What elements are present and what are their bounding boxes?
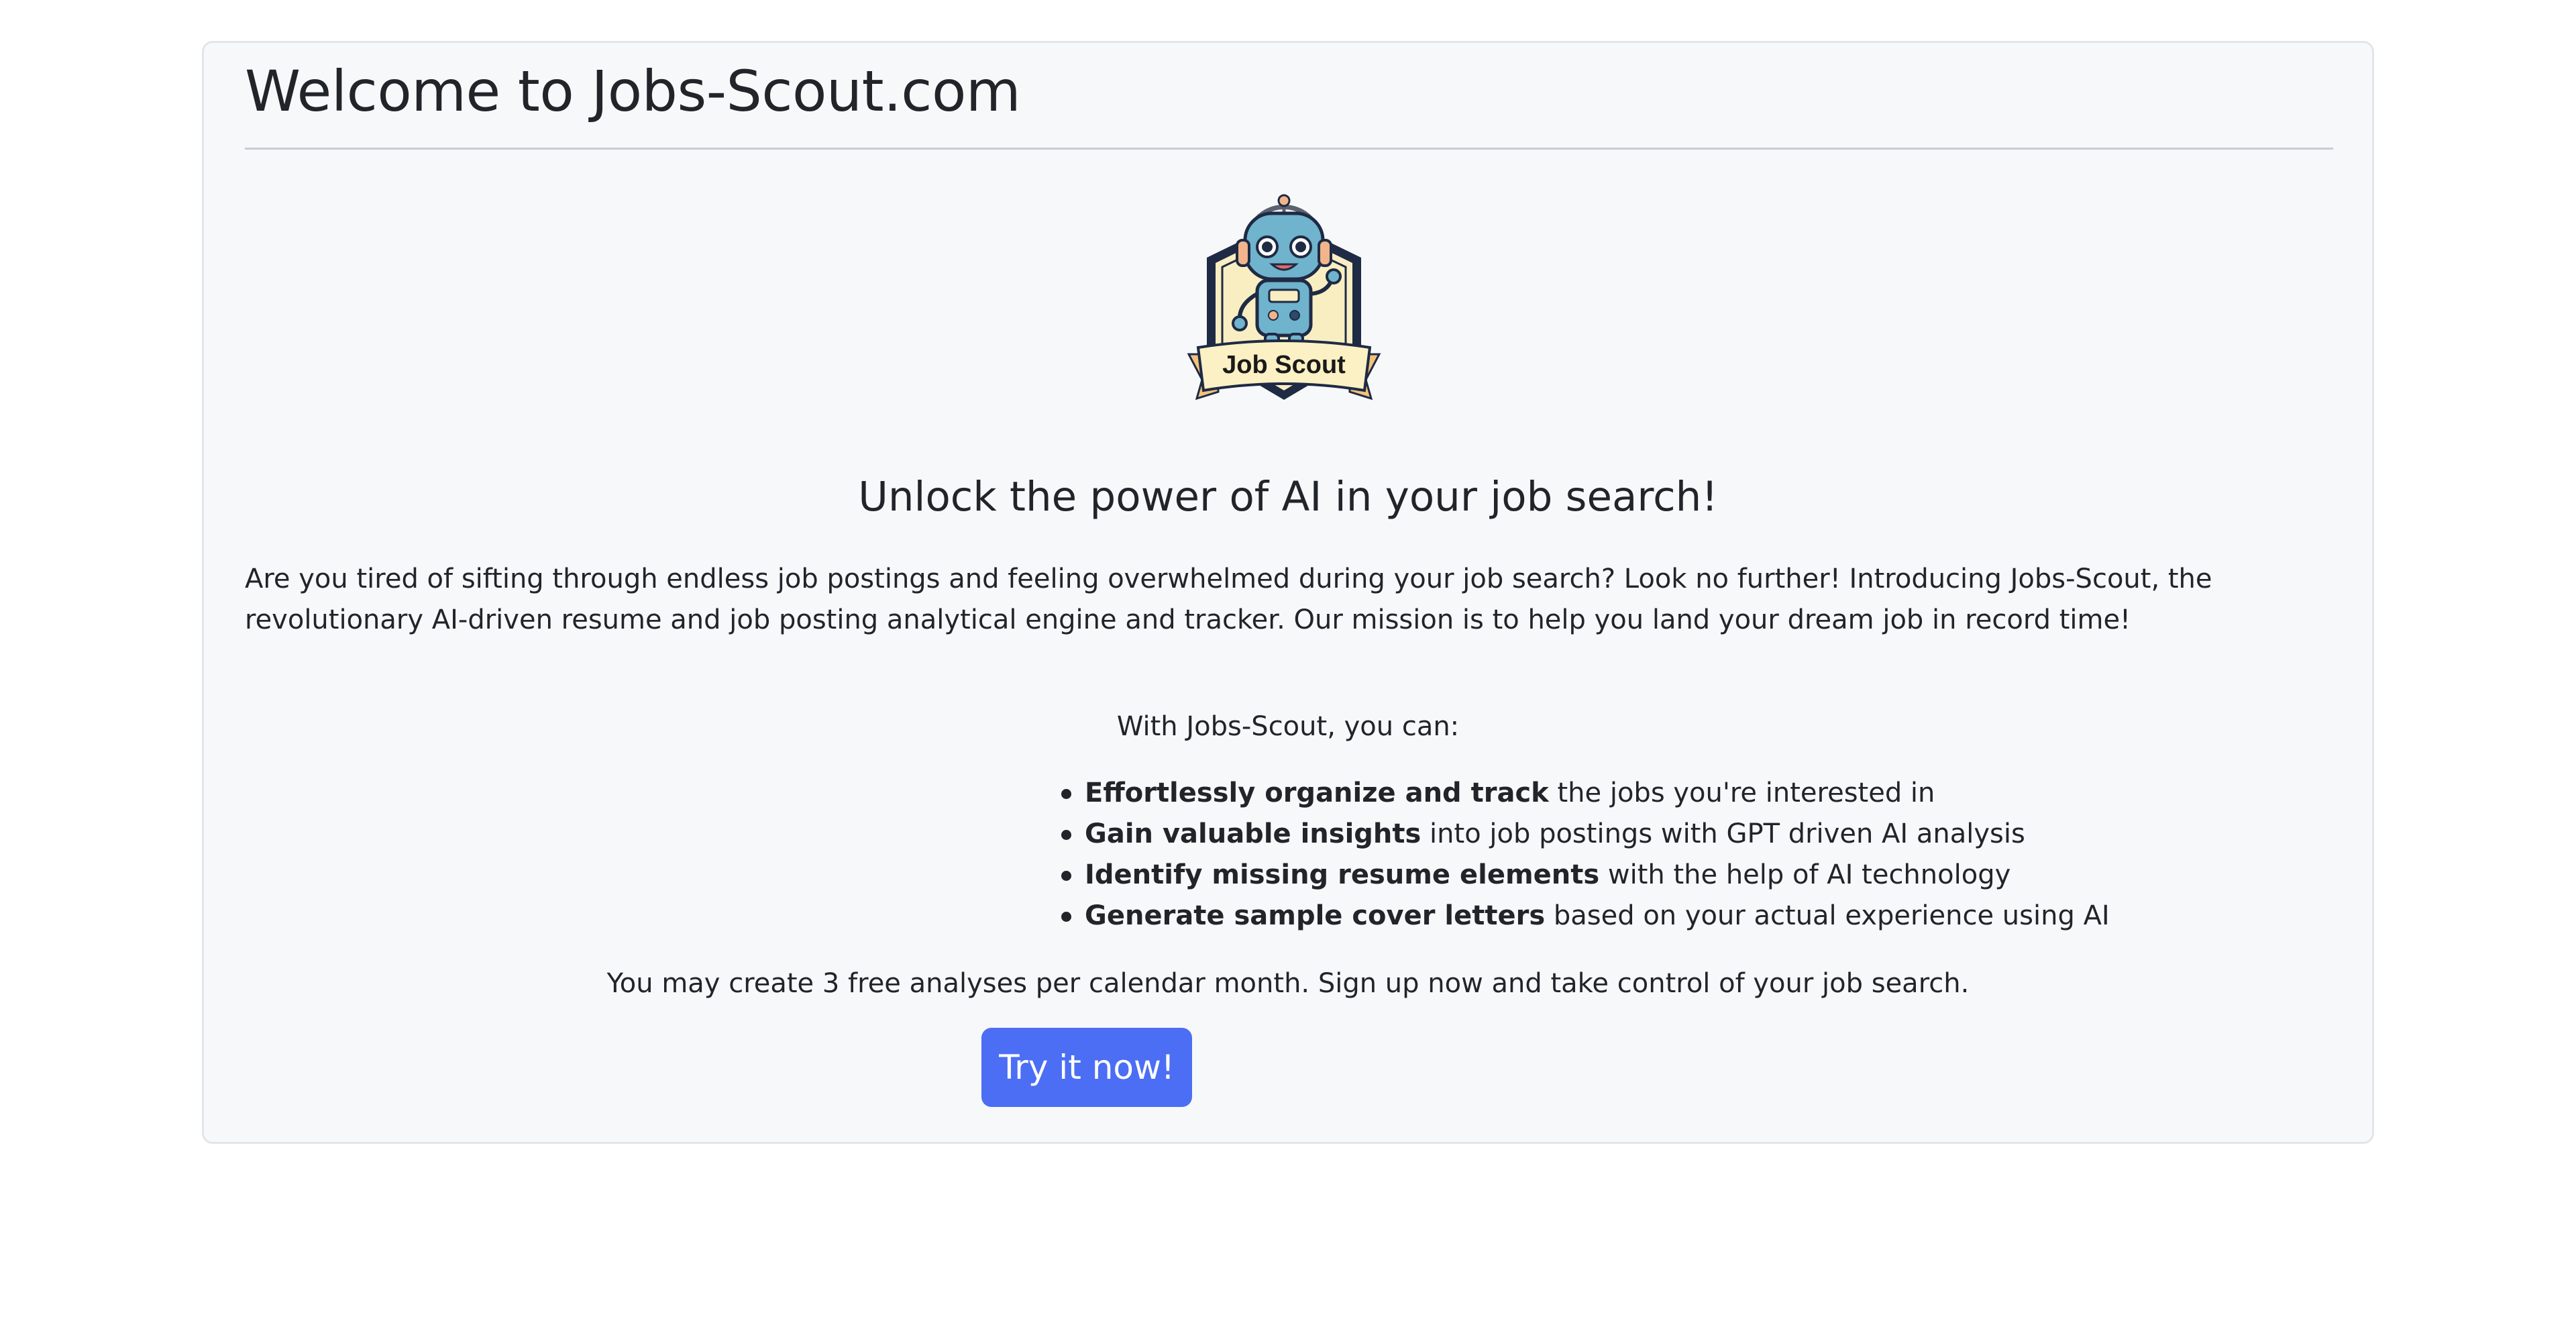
- list-item: Effortlessly organize and track the jobs…: [1061, 773, 2110, 814]
- feature-text: based on your actual experience using AI: [1545, 900, 2110, 931]
- page: Welcome to Jobs-Scout.com Job Scout Unlo…: [0, 0, 2576, 1327]
- welcome-card: Welcome to Jobs-Scout.com Job Scout Unlo…: [202, 41, 2374, 1144]
- features-intro: With Jobs-Scout, you can:: [1116, 711, 1460, 742]
- signup-note: You may create 3 free analyses per calen…: [606, 968, 1970, 999]
- robot-badge-logo-icon: Job Scout: [1187, 194, 1381, 401]
- feature-title: Identify missing resume elements: [1085, 859, 1600, 890]
- try-it-now-button[interactable]: Try it now!: [981, 1028, 1192, 1107]
- list-item: Generate sample cover letters based on y…: [1061, 896, 2110, 937]
- feature-text: with the help of AI technology: [1599, 859, 2011, 890]
- feature-title: Effortlessly organize and track: [1085, 778, 1549, 808]
- feature-list: Effortlessly organize and track the jobs…: [1061, 773, 2110, 937]
- feature-title: Gain valuable insights: [1085, 818, 1421, 849]
- headline: Unlock the power of AI in your job searc…: [858, 473, 1718, 521]
- bullet-icon: [1061, 789, 1071, 799]
- bullet-icon: [1061, 912, 1071, 922]
- list-item: Gain valuable insights into job postings…: [1061, 814, 2110, 855]
- feature-text: into job postings with GPT driven AI ana…: [1421, 818, 2025, 849]
- bullet-icon: [1061, 871, 1071, 881]
- intro-paragraph: Are you tired of sifting through endless…: [245, 564, 2212, 635]
- title-divider: [245, 148, 2333, 150]
- feature-title: Generate sample cover letters: [1085, 900, 1546, 931]
- feature-text: the jobs you're interested in: [1548, 778, 1935, 808]
- bullet-icon: [1061, 830, 1071, 840]
- logo-text: Job Scout: [1222, 351, 1346, 379]
- page-title: Welcome to Jobs-Scout.com: [245, 58, 1021, 124]
- list-item: Identify missing resume elements with th…: [1061, 855, 2110, 896]
